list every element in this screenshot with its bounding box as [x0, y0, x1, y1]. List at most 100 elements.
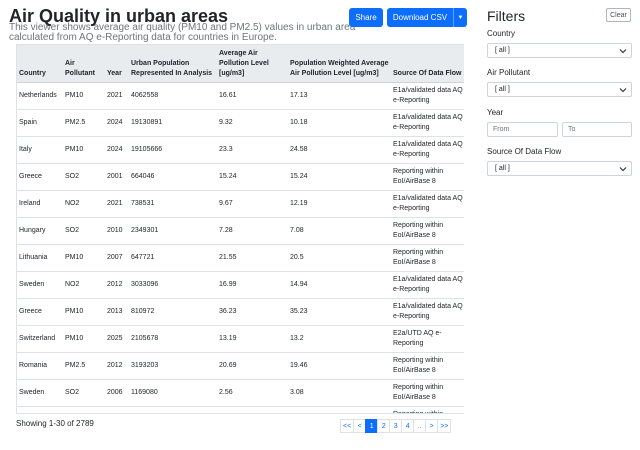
- cell-source: Reporting within EoI/AirBase 8: [391, 379, 464, 407]
- table-row[interactable]: Netherlands PM10 2021 4062558 16.61 17.13 E1a/…: [17, 82, 464, 110]
- data-table-container[interactable]: Country Air Pollutant Year Urban Populat…: [16, 44, 464, 414]
- source-select-value: [ all ]: [495, 165, 510, 172]
- cell-year: 2013: [105, 298, 129, 326]
- cell-urban-population: 19105666: [129, 136, 217, 164]
- column-header-year[interactable]: Year: [105, 45, 129, 83]
- cell-air-pollutant: PM10: [63, 136, 105, 164]
- results-count: Showing 1-30 of 2789: [16, 419, 94, 428]
- cell-source: E1a/validated data AQ e-Reporting: [391, 298, 464, 326]
- table-header-row: Country Air Pollutant Year Urban Populat…: [17, 45, 464, 83]
- cell-average-pollution: 20.69: [217, 352, 288, 380]
- cell-average-pollution: 15.24: [217, 163, 288, 191]
- cell-source: Reporting within EoI/AirBase 8: [391, 406, 464, 413]
- table-row[interactable]: Romania PM2.5 2012 3193203 20.69 19.46 Reporti…: [17, 352, 464, 380]
- table-row[interactable]: Switzerland PM10 2025 2105678 13.19 13.2 E2a/U…: [17, 325, 464, 353]
- country-filter-label: Country: [487, 29, 516, 38]
- cell-urban-population: 2105678: [129, 325, 217, 353]
- cell-source: E1a/validated data AQ e-Reporting: [391, 109, 464, 137]
- page-subtitle: This viewer shows average air quality (P…: [9, 22, 356, 43]
- cell-urban-population: 647721: [129, 244, 217, 272]
- column-header-weighted-pollution[interactable]: Population Weighted Average Air Pollutio…: [288, 45, 391, 83]
- chevron-down-icon: [619, 167, 627, 172]
- cell-source: Reporting within EoI/AirBase 8: [391, 217, 464, 245]
- cell-air-pollutant: PM10: [63, 244, 105, 272]
- column-header-source[interactable]: Source Of Data Flow: [391, 45, 464, 83]
- table-row[interactable]: Greece PM10 2013 810972 36.23 35.23 E1a/valida…: [17, 298, 464, 326]
- year-from-input[interactable]: From: [487, 122, 558, 137]
- cell-air-pollutant: PM2.5: [63, 109, 105, 137]
- column-header-urban-population[interactable]: Urban Population Represented In Analysis: [129, 45, 217, 83]
- page-link[interactable]: >>: [437, 419, 452, 433]
- cell-air-pollutant: SO2: [63, 163, 105, 191]
- table-row[interactable]: SwedenNO22002264343821.4420.25Reporting …: [17, 406, 464, 413]
- table-row[interactable]: Sweden SO2 2006 1169080 2.56 3.08 Reporting wi…: [17, 379, 464, 407]
- cell-year: 2024: [105, 136, 129, 164]
- cell-average-pollution: 16.99: [217, 271, 288, 299]
- cell-urban-population: 19130891: [129, 109, 217, 137]
- country-select-value: [ all ]: [495, 47, 510, 54]
- cell-year: 2006: [105, 379, 129, 407]
- download-csv-button[interactable]: Download CSV ▼: [387, 8, 467, 27]
- cell-year: 2002: [105, 406, 129, 413]
- cell-source: Reporting within EoI/AirBase 8: [391, 244, 464, 272]
- pollutant-select-value: [ all ]: [495, 86, 510, 93]
- cell-air-pollutant: SO2: [63, 379, 105, 407]
- filters-title: Filters: [487, 8, 526, 24]
- cell-year: 2012: [105, 352, 129, 380]
- cell-urban-population: 3193203: [129, 352, 217, 380]
- cell-weighted-pollution: 35.23: [288, 298, 391, 326]
- column-header-air-pollutant[interactable]: Air Pollutant: [63, 45, 105, 83]
- column-header-average-pollution[interactable]: Average Air Pollution Level [ug/m3]: [217, 45, 288, 83]
- cell-average-pollution: 21.55: [217, 244, 288, 272]
- cell-urban-population: 2643438: [129, 406, 217, 413]
- cell-year: 2021: [105, 82, 129, 110]
- table-row[interactable]: Spain PM2.5 2024 19130891 9.32 10.18 E1a/valid…: [17, 109, 464, 137]
- cell-country: Hungary: [17, 217, 63, 245]
- table-row[interactable]: Lithuania PM10 2007 647721 21.55 20.5 Reportin…: [17, 244, 464, 272]
- country-select[interactable]: [ all ]: [487, 43, 632, 58]
- cell-weighted-pollution: 3.08: [288, 379, 391, 407]
- source-filter-label: Source Of Data Flow: [487, 147, 562, 156]
- share-button[interactable]: Share: [349, 8, 383, 27]
- table-row[interactable]: Greece SO2 2001 664046 15.24 15.24 Reporting w…: [17, 163, 464, 191]
- cell-average-pollution: 21.44: [217, 406, 288, 413]
- cell-source: Reporting within EoI/AirBase 8: [391, 163, 464, 191]
- table-row[interactable]: Italy PM10 2024 19105666 23.3 24.58 E1a/valida…: [17, 136, 464, 164]
- cell-urban-population: 1169080: [129, 379, 217, 407]
- cell-average-pollution: 2.56: [217, 379, 288, 407]
- cell-urban-population: 2349301: [129, 217, 217, 245]
- cell-average-pollution: 16.61: [217, 82, 288, 110]
- table-row[interactable]: Ireland NO2 2021 738531 9.67 12.19 E1a/validat…: [17, 190, 464, 218]
- data-table: Country Air Pollutant Year Urban Populat…: [17, 45, 464, 413]
- cell-urban-population: 810972: [129, 298, 217, 326]
- table-row[interactable]: Hungary SO2 2010 2349301 7.28 7.08 Reporting w…: [17, 217, 464, 245]
- caret-down-icon[interactable]: ▼: [453, 8, 467, 27]
- cell-weighted-pollution: 14.94: [288, 271, 391, 299]
- page-link[interactable]: <<: [340, 419, 355, 433]
- cell-country: Switzerland: [17, 325, 63, 353]
- year-to-input[interactable]: To: [562, 122, 632, 137]
- cell-air-pollutant: NO2: [63, 406, 105, 413]
- cell-weighted-pollution: 20.25: [288, 406, 391, 413]
- clear-filters-button[interactable]: Clear: [606, 8, 631, 22]
- cell-source: E2a/UTD AQ e-Reporting: [391, 325, 464, 353]
- table-row[interactable]: Sweden NO2 2012 3033096 16.99 14.94 E1a/valida…: [17, 271, 464, 299]
- source-select[interactable]: [ all ]: [487, 161, 632, 176]
- cell-source: E1a/validated data AQ e-Reporting: [391, 136, 464, 164]
- cell-urban-population: 664046: [129, 163, 217, 191]
- download-csv-label: Download CSV: [392, 13, 448, 22]
- cell-weighted-pollution: 17.13: [288, 82, 391, 110]
- cell-urban-population: 4062558: [129, 82, 217, 110]
- cell-average-pollution: 13.19: [217, 325, 288, 353]
- cell-weighted-pollution: 24.58: [288, 136, 391, 164]
- column-header-country[interactable]: Country: [17, 45, 63, 83]
- cell-country: Italy: [17, 136, 63, 164]
- cell-urban-population: 738531: [129, 190, 217, 218]
- cell-country: Sweden: [17, 379, 63, 407]
- cell-country: Lithuania: [17, 244, 63, 272]
- cell-year: 2010: [105, 217, 129, 245]
- cell-year: 2021: [105, 190, 129, 218]
- cell-country: Netherlands: [17, 82, 63, 110]
- cell-source: E1a/validated data AQ e-Reporting: [391, 271, 464, 299]
- pollutant-select[interactable]: [ all ]: [487, 82, 632, 97]
